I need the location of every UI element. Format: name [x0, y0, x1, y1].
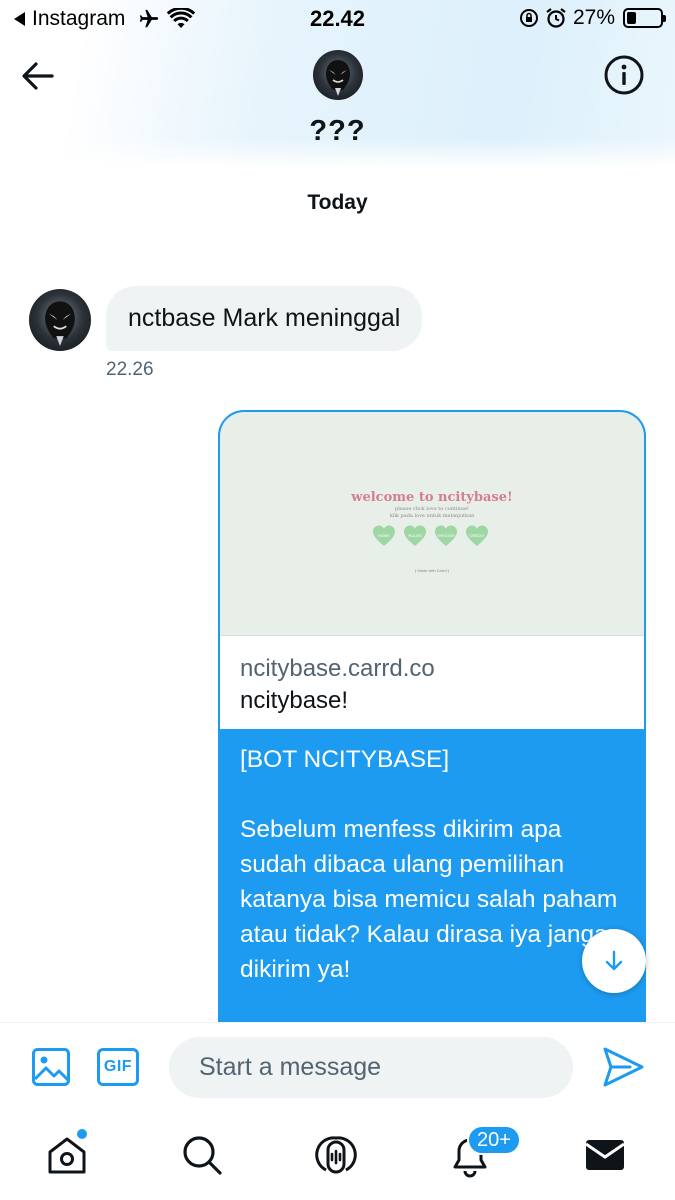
scroll-to-bottom-button[interactable]: [582, 929, 646, 993]
heart-label: HOME: [378, 533, 390, 538]
heart-icon: CREDIT: [465, 524, 489, 548]
battery-percent: 27%: [572, 6, 615, 29]
gif-button[interactable]: GIF: [97, 1048, 139, 1086]
info-icon: [604, 55, 644, 95]
tab-spaces[interactable]: [313, 1132, 359, 1178]
date-separator: Today: [307, 191, 368, 214]
heart-label: RULES: [408, 533, 422, 538]
messages-icon: [585, 1140, 625, 1170]
link-preview-image[interactable]: welcome to ncitybase! please click love …: [220, 412, 644, 636]
received-message-time: 22.26: [106, 359, 154, 380]
conversation-avatar[interactable]: [313, 50, 363, 100]
preview-subtitle: please click love to continue!: [395, 506, 469, 512]
home-new-indicator: [77, 1129, 87, 1139]
tab-home[interactable]: [44, 1132, 90, 1178]
notifications-badge: 20+: [467, 1125, 521, 1155]
home-icon: [48, 1137, 86, 1174]
avatar-image: [326, 60, 350, 96]
preview-site-title: welcome to ncitybase!: [351, 490, 513, 505]
preview-subtitle: klik pada love untuk melanjutkan: [389, 513, 475, 519]
search-icon: [183, 1136, 222, 1175]
add-media-button[interactable]: [31, 1047, 71, 1087]
send-icon: [603, 1047, 644, 1087]
link-title: ncitybase!: [240, 687, 349, 714]
preview-footer: ( Made with Carrd ): [414, 568, 450, 573]
alarm-icon: [546, 8, 566, 28]
heart-label: CREDIT: [469, 533, 485, 538]
battery-icon: [623, 8, 666, 28]
back-button[interactable]: [18, 56, 58, 96]
tab-messages[interactable]: [582, 1132, 628, 1178]
heart-icon: TRIGGER: [434, 524, 458, 548]
sent-message-text: [BOT NCITYBASE] Sebelum menfess dikirim …: [240, 746, 622, 983]
send-button[interactable]: [600, 1044, 646, 1090]
heart-icon: HOME: [372, 524, 396, 548]
link-info[interactable]: ncitybase.carrd.co ncitybase!: [220, 636, 644, 729]
link-domain: ncitybase.carrd.co: [240, 655, 435, 682]
tab-search[interactable]: [179, 1132, 225, 1178]
message-input[interactable]: [169, 1037, 573, 1098]
conversation-title: ???: [309, 115, 366, 147]
conversation-info-button[interactable]: [603, 54, 645, 96]
arrow-left-icon: [22, 62, 54, 90]
received-message-text: nctbase Mark meninggal: [128, 304, 401, 332]
arrow-down-icon: [605, 950, 623, 971]
preview-hearts: HOME RULES TRIGGER CREDIT: [372, 524, 489, 548]
battery-level: [627, 12, 636, 24]
status-bar: Instagram 22.42 27%: [0, 0, 675, 38]
sender-avatar[interactable]: [29, 289, 91, 351]
spaces-icon: [315, 1136, 357, 1174]
heart-icon: RULES: [403, 524, 427, 548]
image-icon: [32, 1048, 70, 1086]
rotation-lock-icon: [519, 9, 538, 27]
avatar-image: [45, 301, 75, 347]
heart-label: TRIGGER: [436, 533, 456, 538]
received-message-bubble[interactable]: nctbase Mark meninggal: [106, 286, 423, 351]
